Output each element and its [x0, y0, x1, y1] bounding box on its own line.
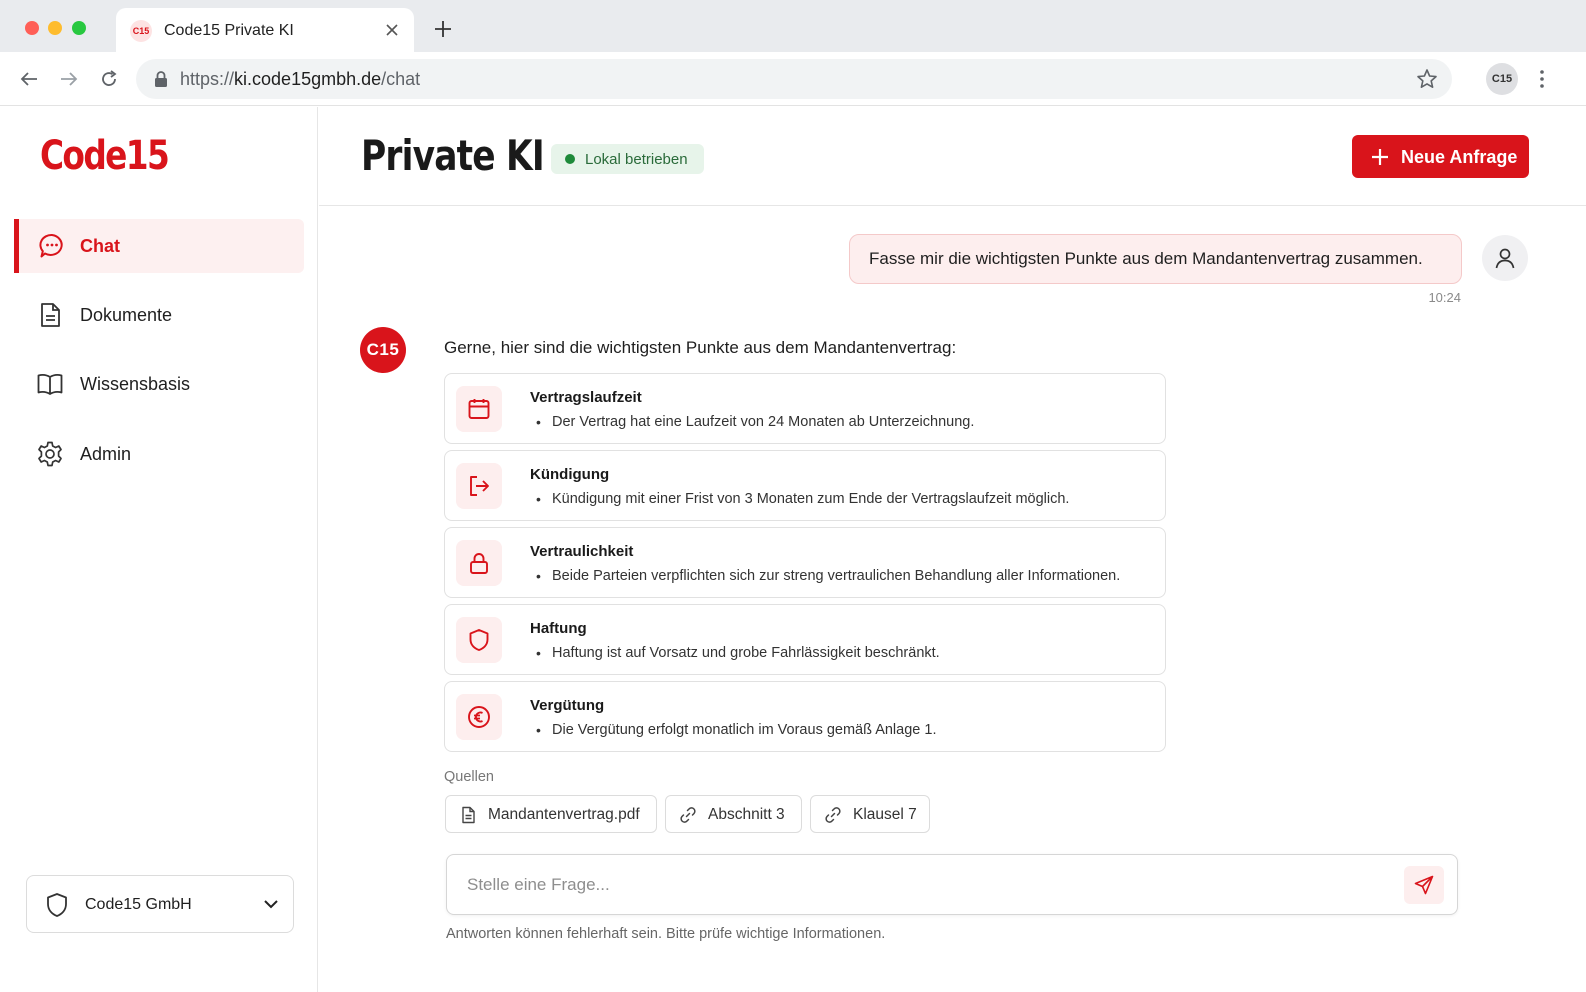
status-dot-icon: [565, 154, 575, 164]
page-header: Private KI Lokal betrieben Neue Anfrage: [319, 107, 1586, 206]
point-detail: Haftung ist auf Vorsatz und grobe Fahrlä…: [552, 645, 940, 661]
source-chip-pdf[interactable]: Mandantenvertrag.pdf: [445, 795, 657, 833]
point-title: Vertragslaufzeit: [530, 389, 642, 406]
euro-icon: [468, 706, 490, 728]
tab-title: Code15 Private KI: [164, 22, 294, 39]
book-icon: [37, 373, 63, 395]
sidebar-item-label: Wissensbasis: [80, 373, 191, 394]
status-text: Lokal betrieben: [585, 150, 688, 168]
sidebar-item-label: Chat: [80, 235, 120, 256]
address-bar[interactable]: https://ki.code15gmbh.de/chat: [136, 59, 1452, 99]
document-icon: [41, 303, 60, 327]
window-minimize-button[interactable]: [48, 21, 62, 35]
sidebar-item-label: Admin: [80, 443, 132, 464]
chat-bubble-icon: [39, 233, 63, 258]
window-close-button[interactable]: [25, 21, 39, 35]
forward-arrow-icon[interactable]: [57, 67, 81, 91]
point-title: Vergütung: [530, 697, 605, 714]
send-button[interactable]: [1404, 866, 1444, 904]
file-icon: [462, 806, 475, 824]
sidebar-item-wissensbasis[interactable]: Wissensbasis: [14, 357, 304, 411]
sidebar-item-chat[interactable]: Chat: [14, 219, 304, 273]
question-input[interactable]: [467, 872, 1367, 898]
new-request-label: Neue Anfrage: [1401, 147, 1518, 167]
brand-logo[interactable]: Code15: [40, 133, 170, 179]
bookmark-star-icon[interactable]: [1416, 68, 1438, 90]
sources-label: Quellen: [444, 769, 494, 785]
message-timestamp: 10:24: [1428, 290, 1461, 305]
reload-icon[interactable]: [97, 67, 121, 91]
shield-icon: [469, 629, 489, 651]
new-tab-plus-icon[interactable]: [432, 18, 454, 40]
link-icon: [825, 807, 841, 823]
assistant-intro: Gerne, hier sind die wichtigsten Punkte …: [444, 338, 957, 357]
user-message: Fasse mir die wichtigsten Punkte aus dem…: [849, 234, 1462, 284]
back-arrow-icon[interactable]: [17, 67, 41, 91]
browser-tab[interactable]: C15 Code15 Private KI: [116, 8, 414, 52]
browser-menu-icon[interactable]: [1534, 68, 1550, 90]
summary-point-card: Vertragslaufzeit • Der Vertrag hat eine …: [444, 373, 1166, 444]
chat-input-box: [446, 854, 1458, 915]
sidebar-item-dokumente[interactable]: Dokumente: [14, 288, 304, 342]
source-chip-label: Klausel 7: [853, 806, 917, 823]
source-chip-abschnitt[interactable]: Abschnitt 3: [665, 795, 802, 833]
page-title: Private KI: [361, 131, 545, 180]
sidebar: Code15 Chat Dokumente Wissensbasis Admin…: [0, 107, 318, 992]
source-chip-label: Abschnitt 3: [708, 806, 785, 823]
disclaimer-text: Antworten können fehlerhaft sein. Bitte …: [446, 926, 886, 942]
source-chip-klausel[interactable]: Klausel 7: [810, 795, 930, 833]
point-title: Haftung: [530, 620, 587, 637]
point-detail: Die Vergütung erfolgt monatlich im Vorau…: [552, 722, 937, 738]
link-icon: [680, 807, 696, 823]
sidebar-item-label: Dokumente: [80, 304, 173, 325]
gear-icon: [38, 441, 62, 467]
point-title: Vertraulichkeit: [530, 543, 634, 560]
summary-point-card: Vergütung • Die Vergütung erfolgt monatl…: [444, 681, 1166, 752]
exit-icon: [470, 476, 489, 496]
tab-favicon: C15: [130, 20, 152, 42]
calendar-icon: [468, 399, 490, 419]
sidebar-item-admin[interactable]: Admin: [14, 427, 304, 481]
profile-avatar[interactable]: C15: [1486, 63, 1518, 95]
tab-close-icon[interactable]: [382, 20, 402, 40]
chevron-down-icon: [264, 900, 278, 909]
organization-selector[interactable]: Code15 GmbH: [26, 875, 294, 933]
plus-icon: [1372, 149, 1388, 165]
send-icon: [1414, 875, 1434, 895]
summary-point-card: Vertraulichkeit • Beide Parteien verpfli…: [444, 527, 1166, 598]
organization-name: Code15 GmbH: [85, 896, 192, 913]
assistant-avatar: C15: [360, 327, 406, 373]
summary-point-card: Kündigung • Kündigung mit einer Frist vo…: [444, 450, 1166, 521]
point-title: Kündigung: [530, 466, 610, 483]
status-badge: Lokal betrieben: [551, 144, 704, 174]
point-detail: Beide Parteien verpflichten sich zur str…: [552, 568, 1121, 584]
user-avatar[interactable]: [1482, 235, 1528, 281]
lock-icon: [155, 71, 167, 87]
summary-point-card: Haftung • Haftung ist auf Vorsatz und gr…: [444, 604, 1166, 675]
point-detail: Kündigung mit einer Frist von 3 Monaten …: [552, 491, 1070, 507]
source-chip-label: Mandantenvertrag.pdf: [488, 806, 640, 823]
browser-toolbar: https://ki.code15gmbh.de/chat C15: [0, 52, 1586, 106]
lock-icon: [470, 553, 488, 574]
user-icon: [1495, 248, 1515, 269]
point-detail: Der Vertrag hat eine Laufzeit von 24 Mon…: [552, 414, 975, 430]
url-text: https://ki.code15gmbh.de/chat: [180, 69, 421, 89]
new-request-button[interactable]: Neue Anfrage: [1352, 135, 1529, 178]
shield-icon: [47, 893, 67, 917]
browser-tabbar: C15 Code15 Private KI: [0, 0, 1586, 52]
main-content: Private KI Lokal betrieben Neue Anfrage …: [319, 107, 1586, 992]
window-maximize-button[interactable]: [72, 21, 86, 35]
